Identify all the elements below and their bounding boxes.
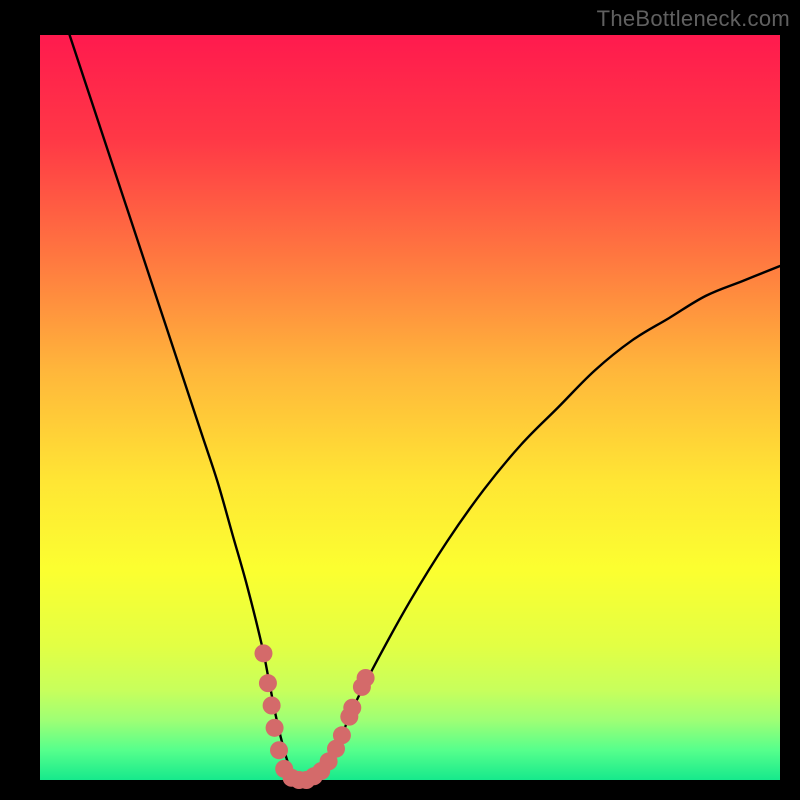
chart-frame: TheBottleneck.com	[0, 0, 800, 800]
watermark-text: TheBottleneck.com	[597, 6, 790, 32]
highlight-dot	[254, 644, 272, 662]
highlight-dot	[266, 719, 284, 737]
highlight-dots	[254, 644, 374, 789]
highlight-dot	[343, 699, 361, 717]
bottleneck-curve	[70, 35, 780, 781]
highlight-dot	[263, 697, 281, 715]
highlight-dot	[357, 669, 375, 687]
highlight-dot	[270, 741, 288, 759]
highlight-dot	[259, 674, 277, 692]
plot-area	[40, 35, 780, 780]
curve-layer	[40, 35, 780, 780]
highlight-dot	[333, 726, 351, 744]
